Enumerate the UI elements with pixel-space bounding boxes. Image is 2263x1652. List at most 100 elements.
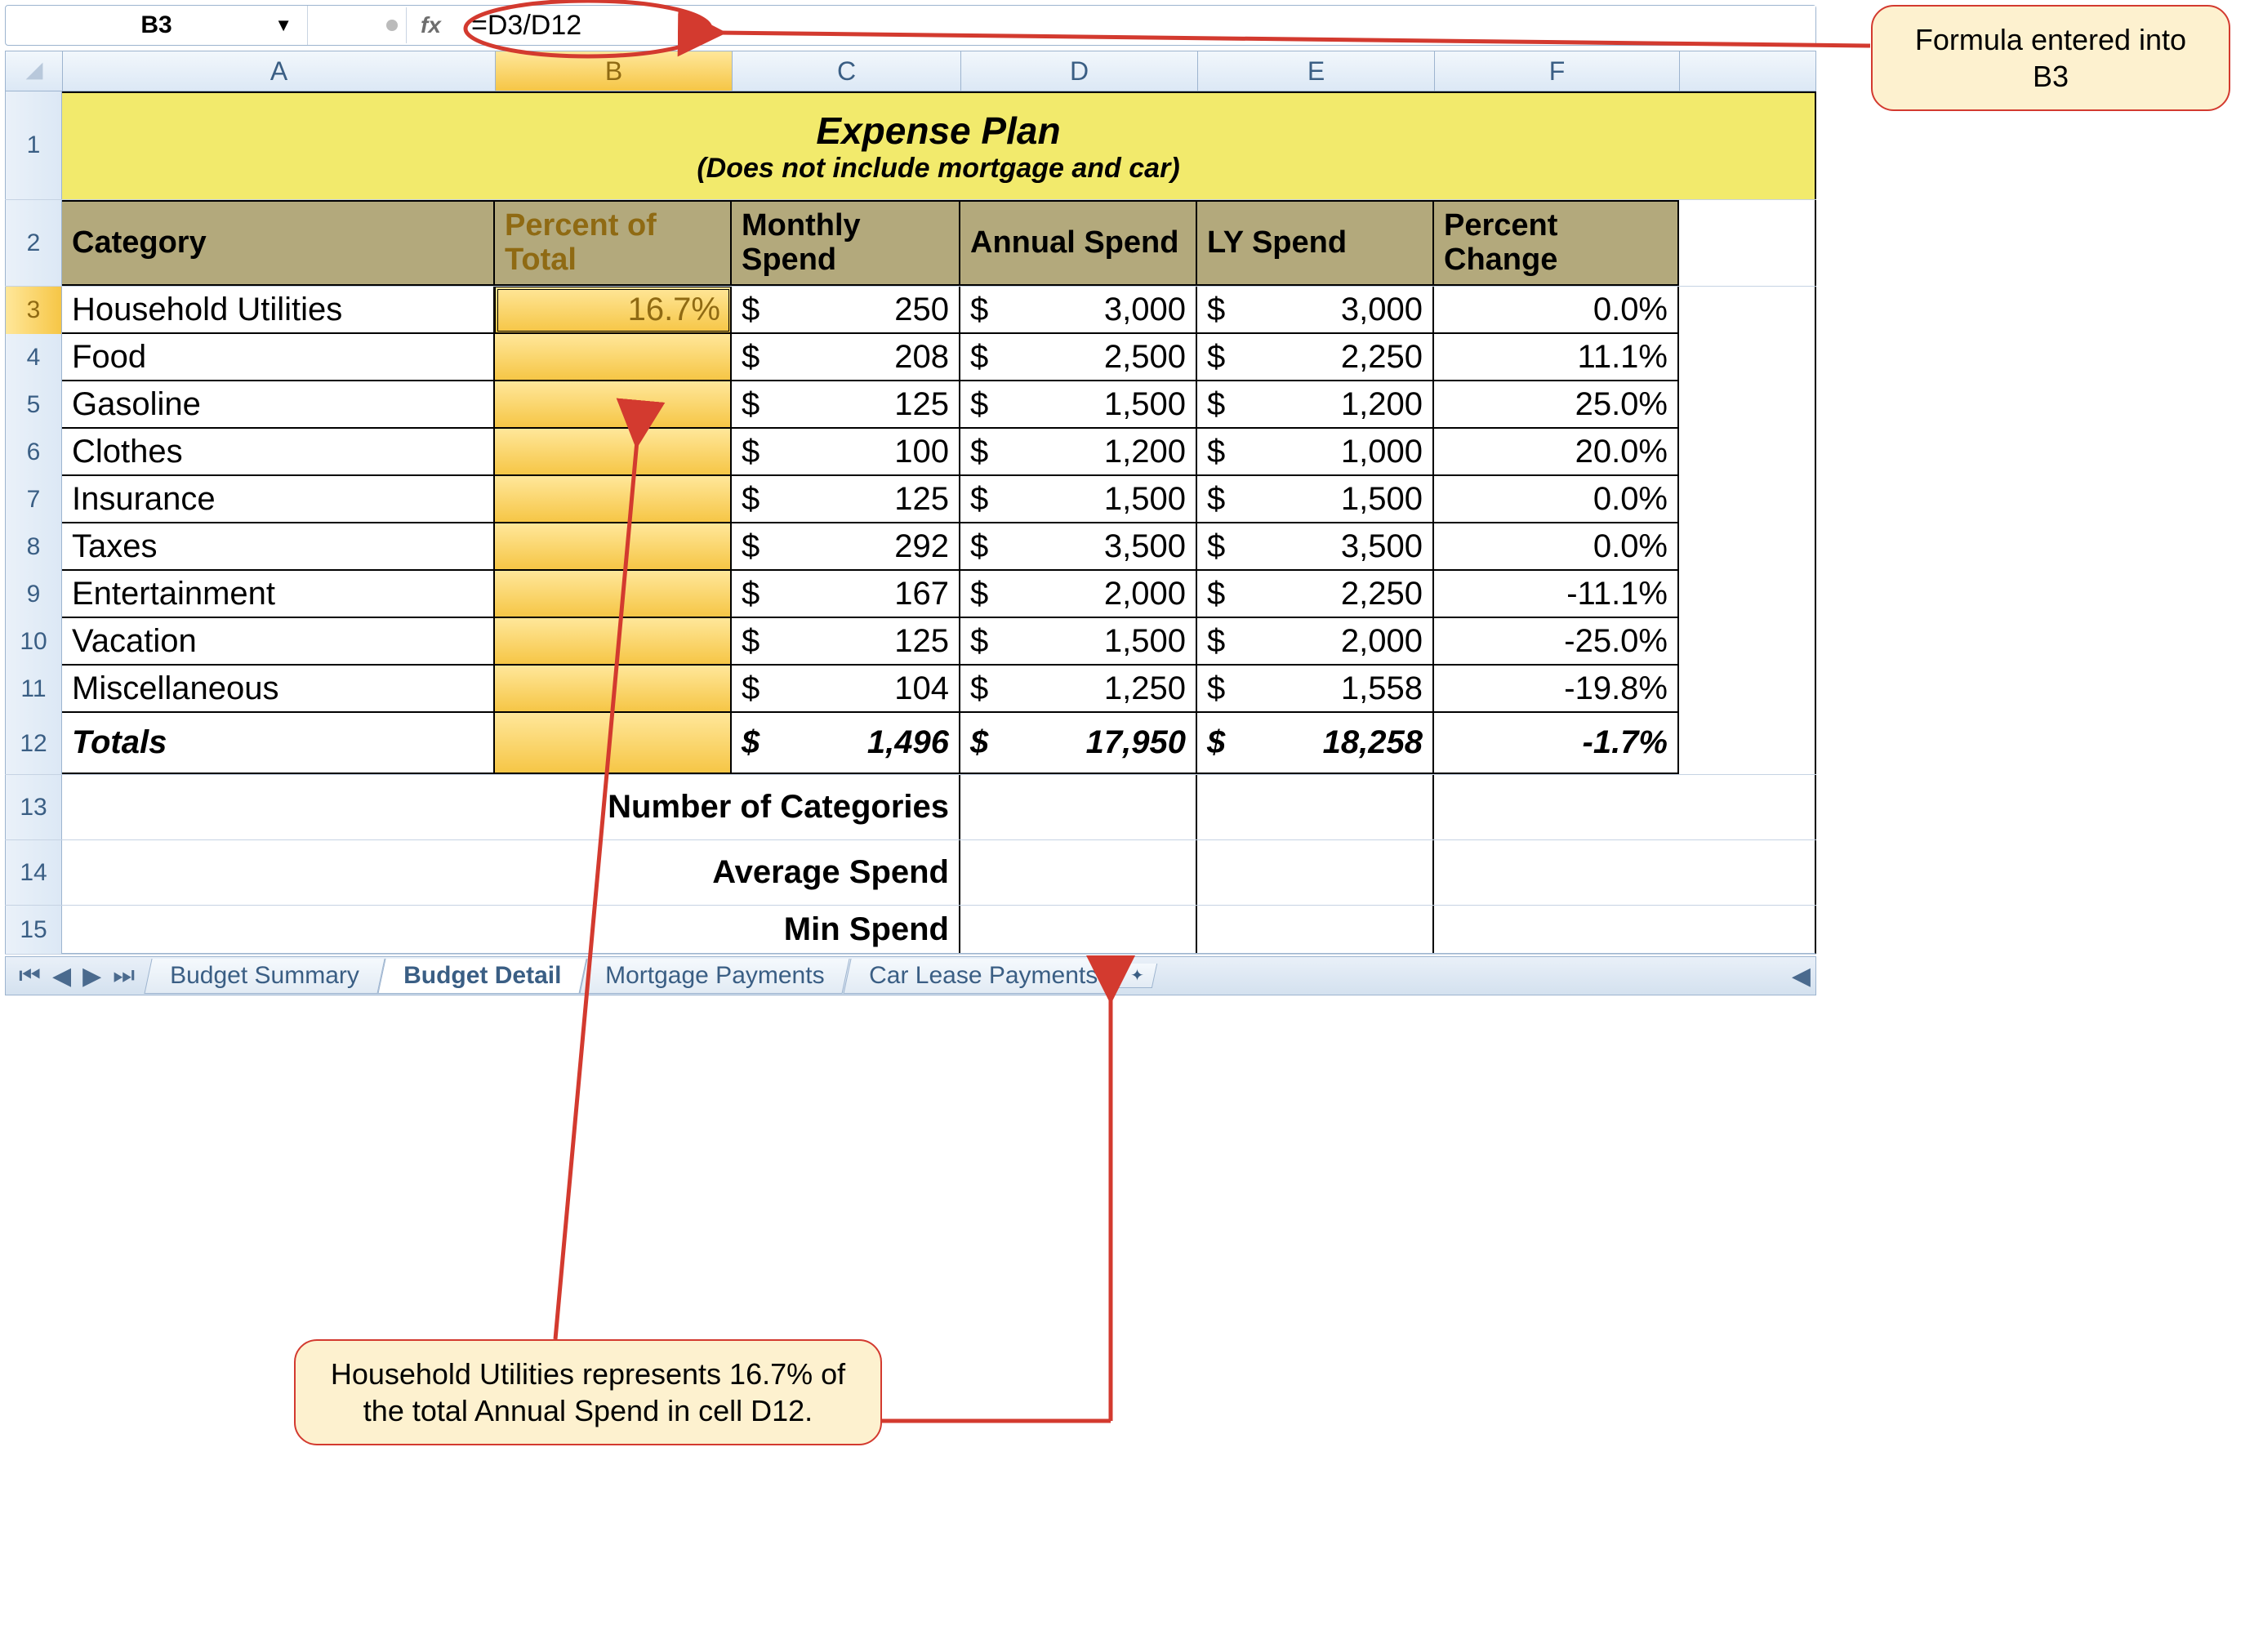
cell-category[interactable]: Taxes: [62, 523, 495, 571]
cell-percent-change[interactable]: 11.1%: [1434, 334, 1679, 381]
column-header-E[interactable]: E: [1198, 51, 1435, 91]
cell-ly-spend[interactable]: $1,000: [1197, 429, 1434, 476]
row-header-7[interactable]: 7: [5, 476, 62, 523]
row-header-8[interactable]: 8: [5, 523, 62, 571]
cell-annual-spend[interactable]: $1,200: [960, 429, 1197, 476]
cell-annual-spend[interactable]: $3,000: [960, 287, 1197, 334]
cell-category[interactable]: Miscellaneous: [62, 666, 495, 713]
sheet-tab[interactable]: Mortgage Payments: [580, 959, 851, 994]
cell-monthly-spend[interactable]: $167: [732, 571, 960, 618]
cell-percent-change[interactable]: 20.0%: [1434, 429, 1679, 476]
r15-E[interactable]: [1197, 906, 1434, 953]
cell-annual-spend[interactable]: $1,500: [960, 476, 1197, 523]
cell-category[interactable]: Vacation: [62, 618, 495, 666]
formula-input[interactable]: [455, 6, 1815, 45]
cell-ly-spend[interactable]: $3,500: [1197, 523, 1434, 571]
column-header-A[interactable]: A: [63, 51, 496, 91]
avg-spend-value[interactable]: [960, 840, 1197, 905]
totals-pct[interactable]: [495, 713, 732, 774]
cell-annual-spend[interactable]: $1,500: [960, 381, 1197, 429]
r13-E[interactable]: [1197, 775, 1434, 839]
cell-percent-of-total[interactable]: [495, 381, 732, 429]
totals-ly[interactable]: $18,258: [1197, 713, 1434, 774]
cancel-icon[interactable]: [386, 20, 398, 31]
cell-monthly-spend[interactable]: $292: [732, 523, 960, 571]
column-header-D[interactable]: D: [961, 51, 1198, 91]
header-percent-of-total[interactable]: Percent of Total: [495, 200, 732, 286]
cell-percent-change[interactable]: 0.0%: [1434, 287, 1679, 334]
cell-percent-of-total[interactable]: [495, 618, 732, 666]
row-header-2[interactable]: 2: [5, 200, 62, 286]
cell-percent-of-total[interactable]: [495, 523, 732, 571]
totals-label[interactable]: Totals: [62, 713, 495, 774]
name-box[interactable]: B3 ▼: [6, 6, 308, 45]
num-categories-value[interactable]: [960, 775, 1197, 839]
cell-category[interactable]: Clothes: [62, 429, 495, 476]
r14-E[interactable]: [1197, 840, 1434, 905]
cell-percent-change[interactable]: 0.0%: [1434, 476, 1679, 523]
row-header-15[interactable]: 15: [5, 906, 62, 954]
cell-category[interactable]: Gasoline: [62, 381, 495, 429]
cell-percent-of-total[interactable]: [495, 334, 732, 381]
cell-category[interactable]: Food: [62, 334, 495, 381]
cell-ly-spend[interactable]: $1,200: [1197, 381, 1434, 429]
cell-annual-spend[interactable]: $2,500: [960, 334, 1197, 381]
cell-percent-of-total[interactable]: [495, 429, 732, 476]
r14-F[interactable]: [1434, 840, 1679, 905]
cell-ly-spend[interactable]: $1,558: [1197, 666, 1434, 713]
row-header-4[interactable]: 4: [5, 334, 62, 381]
cell-percent-change[interactable]: -19.8%: [1434, 666, 1679, 713]
row-header-12[interactable]: 12: [5, 713, 62, 774]
totals-annual[interactable]: $17,950: [960, 713, 1197, 774]
header-ly-spend[interactable]: LY Spend: [1197, 200, 1434, 286]
cell-monthly-spend[interactable]: $125: [732, 618, 960, 666]
column-header-F[interactable]: F: [1435, 51, 1680, 91]
totals-monthly[interactable]: $1,496: [732, 713, 960, 774]
cell-ly-spend[interactable]: $1,500: [1197, 476, 1434, 523]
cell-percent-of-total[interactable]: [495, 571, 732, 618]
cell-percent-of-total[interactable]: 16.7%: [495, 287, 732, 334]
row-header-5[interactable]: 5: [5, 381, 62, 429]
header-percent-change[interactable]: Percent Change: [1434, 200, 1679, 286]
cell-monthly-spend[interactable]: $125: [732, 381, 960, 429]
min-spend-label[interactable]: Min Spend: [62, 906, 960, 953]
cell-percent-change[interactable]: 0.0%: [1434, 523, 1679, 571]
totals-change[interactable]: -1.7%: [1434, 713, 1679, 774]
sheet-tab[interactable]: Budget Detail: [377, 959, 586, 994]
cell-ly-spend[interactable]: $3,000: [1197, 287, 1434, 334]
cell-annual-spend[interactable]: $2,000: [960, 571, 1197, 618]
cell-ly-spend[interactable]: $2,250: [1197, 334, 1434, 381]
cell-percent-change[interactable]: 25.0%: [1434, 381, 1679, 429]
select-all-cell[interactable]: [6, 51, 63, 91]
sheet-tab[interactable]: Budget Summary: [145, 959, 385, 994]
cell-percent-of-total[interactable]: [495, 476, 732, 523]
avg-spend-label[interactable]: Average Spend: [62, 840, 960, 905]
cell-annual-spend[interactable]: $1,250: [960, 666, 1197, 713]
cell-percent-change[interactable]: -11.1%: [1434, 571, 1679, 618]
header-monthly-spend[interactable]: Monthly Spend: [732, 200, 960, 286]
cell-ly-spend[interactable]: $2,000: [1197, 618, 1434, 666]
nav-next-icon[interactable]: ▶: [82, 962, 101, 991]
cell-monthly-spend[interactable]: $208: [732, 334, 960, 381]
row-header-13[interactable]: 13: [5, 775, 62, 839]
cell-monthly-spend[interactable]: $104: [732, 666, 960, 713]
cell-annual-spend[interactable]: $1,500: [960, 618, 1197, 666]
cell-percent-change[interactable]: -25.0%: [1434, 618, 1679, 666]
cell-category[interactable]: Insurance: [62, 476, 495, 523]
cell-annual-spend[interactable]: $3,500: [960, 523, 1197, 571]
row-header-1[interactable]: 1: [5, 91, 62, 199]
nav-last-icon[interactable]: ⏭: [113, 962, 135, 991]
row-header-3[interactable]: 3: [5, 287, 62, 334]
sheet-tab[interactable]: Car Lease Payments: [843, 959, 1123, 994]
r15-F[interactable]: [1434, 906, 1679, 953]
cell-category[interactable]: Entertainment: [62, 571, 495, 618]
num-categories-label[interactable]: Number of Categories: [62, 775, 960, 839]
column-header-C[interactable]: C: [733, 51, 961, 91]
insert-sheet-tab[interactable]: ✦: [1117, 964, 1157, 988]
cell-monthly-spend[interactable]: $125: [732, 476, 960, 523]
cell-category[interactable]: Household Utilities: [62, 287, 495, 334]
header-category[interactable]: Category: [62, 200, 495, 286]
scroll-left-icon[interactable]: ◀: [1792, 962, 1811, 991]
r13-F[interactable]: [1434, 775, 1679, 839]
column-header-B[interactable]: B: [496, 51, 733, 91]
